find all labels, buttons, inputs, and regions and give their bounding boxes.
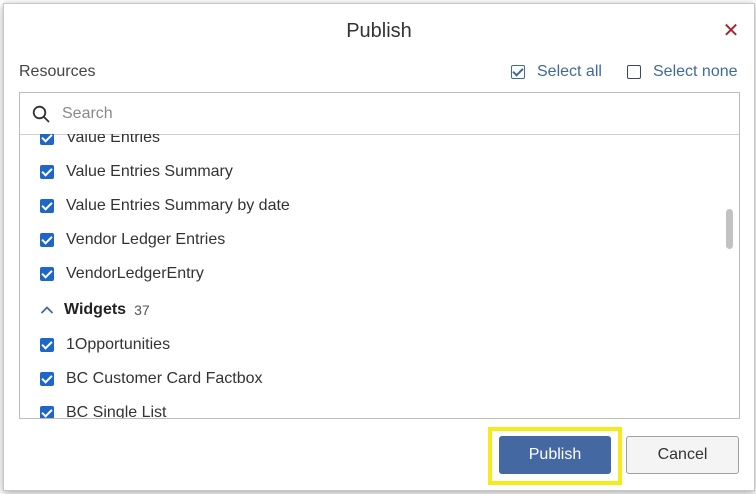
- item-label: Value Entries: [66, 134, 160, 146]
- select-all-checkbox-box[interactable]: [511, 65, 525, 79]
- item-checkbox[interactable]: [40, 199, 54, 213]
- search-icon: [32, 105, 50, 122]
- chevron-up-icon[interactable]: [40, 305, 54, 315]
- item-checkbox[interactable]: [40, 233, 54, 247]
- list-item[interactable]: Value Entries Summary: [40, 161, 233, 183]
- resource-items: Value Entries Value Entries Summary Valu…: [20, 134, 719, 418]
- item-checkbox[interactable]: [40, 267, 54, 281]
- dialog-title: Publish: [346, 20, 412, 42]
- item-checkbox[interactable]: [40, 372, 54, 386]
- select-all-label: Select all: [537, 63, 602, 80]
- item-label: BC Customer Card Factbox: [66, 370, 263, 387]
- select-none-checkbox[interactable]: Select none: [627, 63, 738, 81]
- item-label: Vendor Ledger Entries: [66, 231, 226, 248]
- item-label: VendorLedgerEntry: [66, 265, 204, 282]
- item-label: Value Entries Summary by date: [66, 197, 290, 214]
- publish-button[interactable]: Publish: [499, 436, 611, 474]
- resource-list: Value Entries Value Entries Summary Valu…: [19, 92, 740, 419]
- item-checkbox[interactable]: [40, 338, 54, 352]
- item-label: BC Single List: [66, 404, 167, 418]
- resources-label: Resources: [19, 63, 96, 80]
- list-item[interactable]: 1Opportunities: [40, 334, 170, 356]
- list-item[interactable]: Value Entries: [40, 134, 160, 149]
- search-input[interactable]: [60, 103, 664, 124]
- group-name: Widgets: [64, 301, 127, 318]
- item-label: Value Entries Summary: [66, 163, 233, 180]
- close-icon[interactable]: ✕: [720, 20, 742, 42]
- list-item[interactable]: BC Single List: [40, 402, 167, 418]
- select-none-checkbox-box[interactable]: [627, 65, 641, 79]
- group-header-widgets[interactable]: Widgets 37: [40, 299, 150, 321]
- scrollbar-thumb[interactable]: [726, 209, 733, 249]
- list-item[interactable]: Value Entries Summary by date: [40, 195, 290, 217]
- select-all-checkbox[interactable]: Select all: [511, 63, 602, 81]
- item-checkbox[interactable]: [40, 134, 54, 145]
- item-checkbox[interactable]: [40, 406, 54, 418]
- group-count: 37: [134, 302, 150, 318]
- select-none-label: Select none: [653, 63, 738, 80]
- item-checkbox[interactable]: [40, 165, 54, 179]
- list-item[interactable]: VendorLedgerEntry: [40, 263, 204, 285]
- list-item[interactable]: Vendor Ledger Entries: [40, 229, 225, 251]
- item-label: 1Opportunities: [66, 336, 171, 353]
- publish-dialog: Publish ✕ Resources Select all Select no…: [3, 3, 755, 491]
- list-item[interactable]: BC Customer Card Factbox: [40, 368, 263, 390]
- cancel-button[interactable]: Cancel: [626, 436, 739, 474]
- search-bar: [20, 93, 739, 135]
